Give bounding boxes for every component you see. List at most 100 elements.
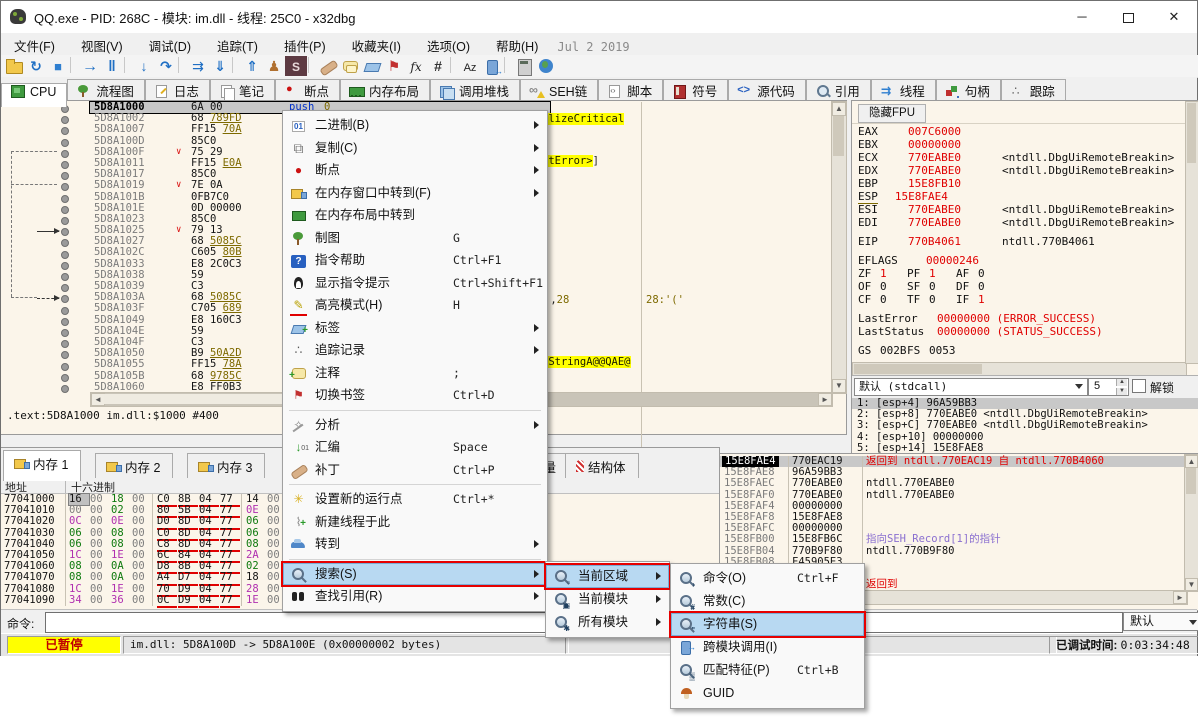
- breakpoint-dot[interactable]: [61, 239, 69, 247]
- context-menu-item-16[interactable]: 设置新的运行点Ctrl+*: [283, 488, 547, 511]
- breakpoint-dot[interactable]: [61, 172, 69, 180]
- breakpoint-dot[interactable]: [61, 127, 69, 135]
- breakpoint-dot[interactable]: [61, 251, 69, 259]
- context-menu-item-9[interactable]: 标签: [283, 317, 547, 340]
- search-submenu-item-1[interactable]: 当前模块: [546, 588, 669, 611]
- dump-tab[interactable]: 内存 1: [3, 450, 81, 481]
- breakpoint-dot[interactable]: [61, 318, 69, 326]
- internet-icon[interactable]: [535, 56, 557, 76]
- context-menu-item-7[interactable]: 显示指令提示Ctrl+Shift+F1: [283, 272, 547, 295]
- register-row[interactable]: ESI770EABE0<ntdll.DbgUiRemoteBreakin>: [858, 203, 1188, 216]
- stack-row[interactable]: 15E8FAEC770EABE0ntdll.770EABE0: [720, 478, 1198, 489]
- maximize-button[interactable]: [1105, 1, 1151, 32]
- menubar-item-1[interactable]: 视图(V): [68, 33, 136, 55]
- breakpoint-dot[interactable]: [61, 307, 69, 315]
- stack-row[interactable]: 15E8FB0015E8FB6C指向SEH_Record[1]的指针: [720, 534, 1198, 545]
- stack-vscrollbar[interactable]: ▲ ▼: [1184, 454, 1198, 592]
- search-submenu-item-2[interactable]: 所有模块: [546, 611, 669, 634]
- breakpoint-dot[interactable]: [61, 161, 69, 169]
- context-menu-item-5[interactable]: 制图G: [283, 227, 547, 250]
- register-row[interactable]: EDI770EABE0<ntdll.DbgUiRemoteBreakin>: [858, 216, 1188, 229]
- step-over-icon[interactable]: [155, 56, 177, 76]
- tab-handles[interactable]: 句柄: [936, 79, 1001, 101]
- region-submenu-item-5[interactable]: GUID: [671, 682, 864, 705]
- context-menu-item-20[interactable]: 查找引用(R): [283, 585, 547, 608]
- context-menu-item-18[interactable]: 转到: [283, 533, 547, 556]
- register-row[interactable]: EBP15E8FB10: [858, 177, 1188, 190]
- restart-icon[interactable]: [25, 56, 47, 76]
- scylla-icon[interactable]: [285, 56, 307, 76]
- pause-icon[interactable]: [101, 56, 123, 76]
- lasterror-row[interactable]: LastError00000000 (ERROR_SUCCESS): [858, 312, 1188, 325]
- context-menu-item-4[interactable]: 在内存布局中转到: [283, 204, 547, 227]
- dump-tab[interactable]: 内存 3: [187, 453, 265, 481]
- flags-row[interactable]: CF0TF0IF1: [858, 293, 1188, 306]
- tab-graph[interactable]: 流程图: [67, 79, 145, 101]
- region-submenu-item-3[interactable]: 跨模块调用(I): [671, 636, 864, 659]
- breakpoint-dot[interactable]: [61, 217, 69, 225]
- step-out-icon[interactable]: [209, 56, 231, 76]
- execute-till-return-icon[interactable]: [241, 56, 263, 76]
- breakpoint-dot[interactable]: [61, 150, 69, 158]
- call-argument-row[interactable]: 3: [esp+C] 770EABE0 <ntdll.DbgUiRemoteBr…: [852, 420, 1198, 431]
- minimize-button[interactable]: ─: [1059, 1, 1105, 32]
- breakpoint-dot[interactable]: [61, 351, 69, 359]
- menubar-item-5[interactable]: 收藏夹(I): [339, 33, 414, 55]
- menubar-item-2[interactable]: 调试(D): [136, 33, 204, 55]
- breakpoint-dot[interactable]: [61, 262, 69, 270]
- register-row[interactable]: EBX00000000: [858, 138, 1188, 151]
- calling-convention-select[interactable]: 默认 (stdcall): [854, 378, 1088, 396]
- hide-fpu-button[interactable]: 隐藏FPU: [858, 104, 926, 123]
- patches-icon[interactable]: [317, 56, 339, 76]
- command-script-type-select[interactable]: 默认: [1123, 612, 1198, 631]
- run-icon[interactable]: [79, 56, 101, 76]
- run-to-user-code-icon[interactable]: [263, 56, 285, 76]
- region-submenu-item-1[interactable]: 常数(C): [671, 590, 864, 613]
- register-row[interactable]: ESP15E8FAE4: [858, 190, 1188, 203]
- segment-registers-row[interactable]: GS002BFS0053: [858, 344, 1188, 357]
- tab-log[interactable]: 日志: [145, 79, 210, 101]
- breakpoint-dot[interactable]: [61, 273, 69, 281]
- context-menu-item-12[interactable]: 切换书签Ctrl+D: [283, 384, 547, 407]
- breakpoint-dot[interactable]: [61, 284, 69, 292]
- context-menu-item-11[interactable]: 注释;: [283, 362, 547, 385]
- fx-functions-icon[interactable]: [405, 56, 427, 76]
- registers-vscrollbar[interactable]: [1185, 101, 1198, 364]
- breakpoint-dot[interactable]: [61, 116, 69, 124]
- tab-memory-map[interactable]: 内存布局: [340, 79, 430, 101]
- breakpoint-dot[interactable]: [61, 228, 69, 236]
- bookmarks-icon[interactable]: [383, 56, 405, 76]
- tab-breakpoints[interactable]: 断点: [275, 79, 340, 101]
- call-arguments-list[interactable]: 1: [esp+4] 96A59BB32: [esp+8] 770EABE0 <…: [852, 398, 1198, 454]
- register-row[interactable]: EDX770EABE0<ntdll.DbgUiRemoteBreakin>: [858, 164, 1188, 177]
- context-menu-item-15[interactable]: 补丁Ctrl+P: [283, 459, 547, 482]
- context-menu-item-2[interactable]: 断点: [283, 159, 547, 182]
- stop-debugging-icon[interactable]: [47, 56, 69, 76]
- register-row[interactable]: ECX770EABE0<ntdll.DbgUiRemoteBreakin>: [858, 151, 1188, 164]
- menubar-item-0[interactable]: 文件(F): [1, 33, 68, 55]
- breakpoint-dot[interactable]: [61, 340, 69, 348]
- context-menu-item-13[interactable]: 分析: [283, 414, 547, 437]
- calculator-icon[interactable]: [513, 56, 535, 76]
- context-menu-item-1[interactable]: 复制(C): [283, 137, 547, 160]
- dump-tab[interactable]: 内存 2: [95, 453, 173, 481]
- stack-row[interactable]: 15E8FB04770B9F80ntdll.770B9F80: [720, 546, 1198, 557]
- region-submenu-item-0[interactable]: 命令(O)Ctrl+F: [671, 567, 864, 590]
- menubar-item-4[interactable]: 插件(P): [271, 33, 339, 55]
- flags-row[interactable]: ZF1PF1AF0: [858, 267, 1188, 280]
- tab-symbols[interactable]: 符号: [663, 79, 728, 101]
- tab-threads[interactable]: 线程: [871, 79, 936, 101]
- context-menu-item-14[interactable]: 汇编Space: [283, 436, 547, 459]
- comments-icon[interactable]: [339, 56, 361, 76]
- register-row-eip[interactable]: EIP770B4061ntdll.770B4061: [858, 235, 1188, 248]
- context-menu-item-6[interactable]: 指令帮助Ctrl+F1: [283, 249, 547, 272]
- context-menu-item-8[interactable]: 高亮模式(H)H: [283, 294, 547, 317]
- unlock-checkbox[interactable]: [1132, 379, 1146, 393]
- region-submenu-item-4[interactable]: 匹配特征(P)Ctrl+B: [671, 659, 864, 682]
- hash-patterns-icon[interactable]: [427, 56, 449, 76]
- lasterror-row[interactable]: LastStatus00000000 (STATUS_SUCCESS): [858, 325, 1188, 338]
- stack-row[interactable]: 15E8FAE4770EAC19返回到 ntdll.770EAC19 自 ntd…: [720, 456, 1186, 467]
- menubar-item-6[interactable]: 选项(O): [414, 33, 483, 55]
- register-row[interactable]: EAX007C6000: [858, 125, 1188, 138]
- tab-seh-chain[interactable]: SEH链: [520, 79, 598, 101]
